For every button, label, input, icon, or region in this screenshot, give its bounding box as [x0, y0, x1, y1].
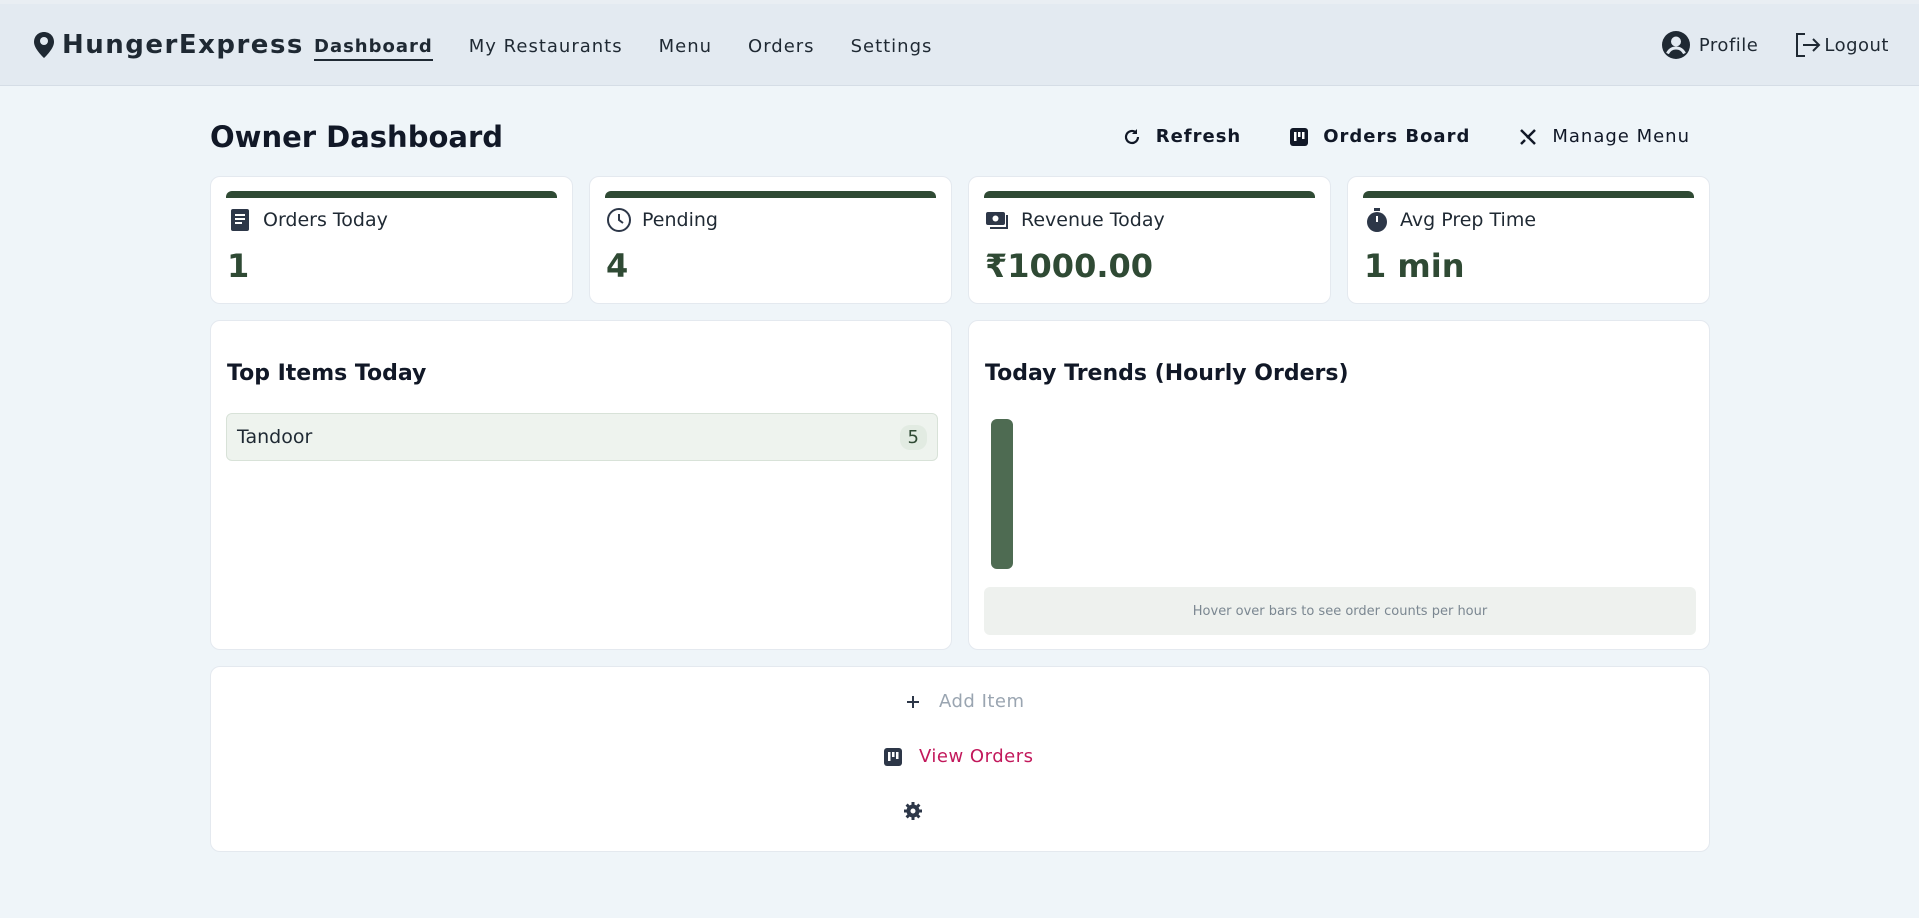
cash-icon [986, 212, 1008, 229]
brand-logo[interactable]: HungerExpress [32, 30, 304, 60]
logout-link[interactable]: Logout [1792, 30, 1889, 60]
refresh-button[interactable]: Refresh [1122, 126, 1242, 147]
top-items-title: Top Items Today [227, 361, 427, 386]
stat-value: ₹1000.00 [985, 247, 1154, 285]
utensils-icon [1520, 128, 1537, 145]
stat-card-revenue-today: Revenue Today ₹1000.00 [968, 176, 1331, 304]
nav-link-settings[interactable]: Settings [851, 36, 933, 61]
chart-bar[interactable] [991, 419, 1013, 569]
brand-name: HungerExpress [62, 30, 304, 60]
settings-button[interactable] [903, 801, 923, 821]
top-navbar: HungerExpress Dashboard My Restaurants M… [0, 0, 1919, 86]
quick-actions-panel: Add Item View Orders [210, 666, 1710, 852]
top-item-name: Tandoor [237, 426, 313, 448]
clock-icon [607, 208, 631, 232]
stat-label: Orders Today [263, 209, 388, 231]
add-item-button[interactable]: Add Item [903, 691, 1025, 712]
list-item[interactable]: Tandoor 5 [226, 413, 938, 461]
gear-icon [904, 802, 922, 820]
user-circle-icon [1661, 31, 1690, 59]
stat-label: Revenue Today [1021, 209, 1165, 231]
trends-panel: Today Trends (Hourly Orders) Hover over … [968, 320, 1710, 650]
stat-value: 4 [606, 247, 629, 285]
stopwatch-icon [1367, 208, 1387, 232]
stat-label: Pending [642, 209, 718, 231]
orders-board-label: Orders Board [1323, 126, 1471, 147]
kanban-icon [1290, 127, 1309, 146]
logout-label: Logout [1824, 34, 1889, 56]
refresh-icon [1124, 128, 1139, 144]
stat-card-orders-today: Orders Today 1 [210, 176, 573, 304]
logout-icon [1796, 33, 1821, 57]
stat-value: 1 [227, 247, 250, 285]
refresh-label: Refresh [1155, 126, 1242, 147]
plus-icon [907, 695, 919, 708]
nav-link-dashboard[interactable]: Dashboard [314, 36, 433, 61]
profile-link[interactable]: Profile [1661, 30, 1758, 60]
stat-cards: Orders Today 1 Pending 4 Revenue Today ₹… [210, 176, 1710, 304]
orders-board-button[interactable]: Orders Board [1289, 126, 1470, 147]
nav-user-area: Profile Logout [1627, 30, 1889, 60]
top-items-panel: Top Items Today Tandoor 5 [210, 320, 952, 650]
view-orders-button[interactable]: View Orders [883, 746, 1033, 767]
nav-link-my-restaurants[interactable]: My Restaurants [469, 36, 623, 61]
top-item-count: 5 [899, 424, 927, 450]
header-actions: Refresh Orders Board Manage Menu [1074, 126, 1690, 147]
nav-link-orders[interactable]: Orders [748, 36, 815, 61]
receipt-icon [231, 209, 249, 231]
nav-link-menu[interactable]: Menu [659, 36, 712, 61]
trends-title: Today Trends (Hourly Orders) [985, 361, 1349, 386]
chart-hint: Hover over bars to see order counts per … [984, 587, 1696, 635]
nav-links: Dashboard My Restaurants Menu Orders Set… [314, 36, 968, 61]
location-pin-icon [34, 32, 54, 58]
manage-menu-button[interactable]: Manage Menu [1518, 126, 1690, 147]
stat-label: Avg Prep Time [1400, 209, 1537, 231]
hourly-orders-chart [991, 419, 1013, 569]
stat-card-pending: Pending 4 [589, 176, 952, 304]
stat-value: 1 min [1364, 247, 1465, 285]
view-orders-label: View Orders [919, 746, 1034, 767]
stat-card-avg-prep-time: Avg Prep Time 1 min [1347, 176, 1710, 304]
profile-label: Profile [1698, 34, 1759, 56]
manage-menu-label: Manage Menu [1552, 126, 1690, 147]
page-title: Owner Dashboard [210, 120, 504, 154]
add-item-label: Add Item [939, 691, 1025, 712]
kanban-icon [884, 747, 902, 766]
